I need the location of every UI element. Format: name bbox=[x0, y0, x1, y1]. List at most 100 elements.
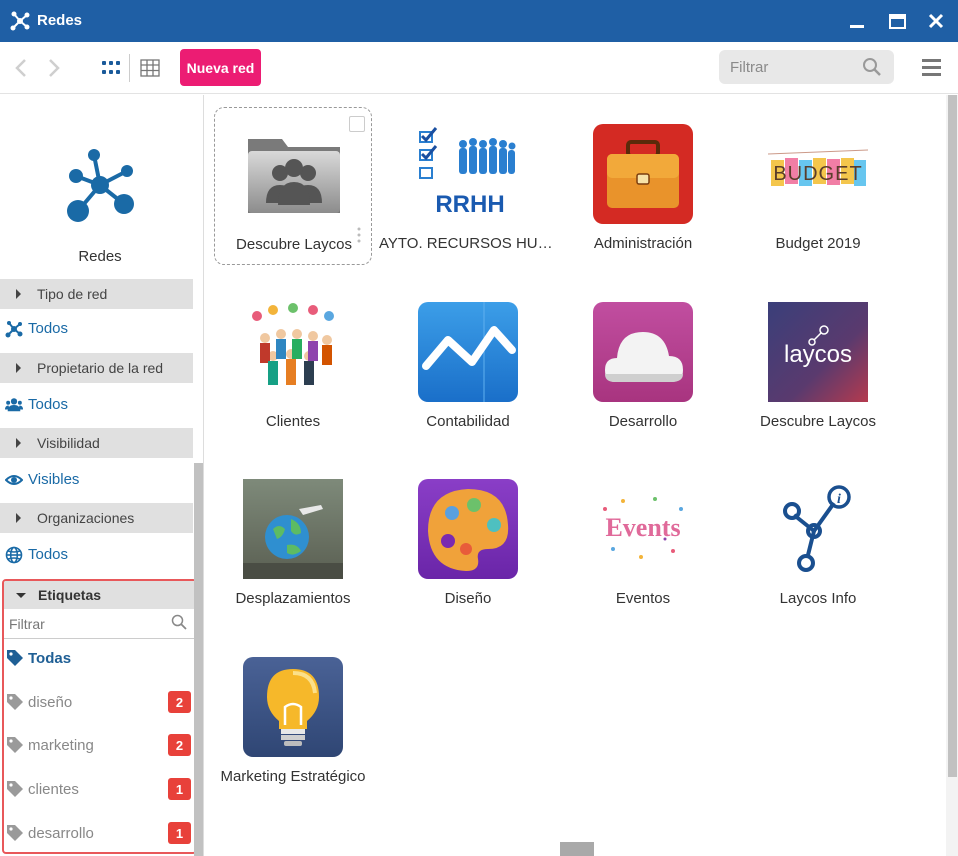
tags-filter bbox=[4, 609, 195, 639]
section-header-label: Visibilidad bbox=[37, 435, 100, 451]
budget-icon: BUDGET bbox=[768, 124, 868, 224]
maximize-icon bbox=[888, 13, 906, 29]
network-tile[interactable]: Administración bbox=[564, 107, 722, 265]
hamburger-menu-icon[interactable] bbox=[920, 57, 944, 79]
section-organizations[interactable]: Organizaciones bbox=[0, 503, 193, 533]
minimize-button[interactable] bbox=[845, 9, 869, 33]
tag-label: clientes bbox=[28, 781, 79, 798]
tags-panel: Etiquetas Todas diseño 2 marketing 2 cli… bbox=[2, 579, 197, 854]
svg-text:i: i bbox=[837, 492, 841, 507]
tag-icon bbox=[7, 825, 23, 841]
lightbulb-icon bbox=[243, 657, 343, 757]
network-tile[interactable]: Desplazamientos bbox=[214, 462, 372, 620]
tag-label: desarrollo bbox=[28, 825, 94, 842]
tags-header-label: Etiquetas bbox=[38, 587, 102, 603]
close-button[interactable] bbox=[924, 9, 948, 33]
network-tile[interactable]: Diseño bbox=[389, 462, 547, 620]
main-scrollbar[interactable] bbox=[946, 95, 958, 856]
back-arrow-icon[interactable] bbox=[11, 56, 31, 80]
users-icon bbox=[5, 398, 23, 412]
toolbar: Nueva red bbox=[0, 42, 958, 94]
select-checkbox[interactable] bbox=[349, 116, 365, 132]
network-app-icon bbox=[67, 149, 134, 222]
network-name: Diseño bbox=[444, 590, 492, 607]
svg-text:laycos: laycos bbox=[784, 341, 852, 368]
caret-right-icon bbox=[16, 438, 21, 448]
tag-icon bbox=[7, 781, 23, 797]
network-tile[interactable]: Events Eventos bbox=[564, 462, 722, 620]
network-tile[interactable]: laycos Descubre Laycos bbox=[739, 285, 897, 443]
tag-count-badge: 2 bbox=[168, 691, 191, 713]
briefcase-icon bbox=[593, 124, 693, 224]
caret-right-icon bbox=[16, 363, 21, 373]
caret-right-icon bbox=[16, 289, 21, 299]
toolbar-divider bbox=[129, 54, 130, 82]
network-owner-value[interactable]: Todos bbox=[0, 387, 193, 422]
section-network-type[interactable]: Tipo de red bbox=[0, 279, 193, 309]
network-tile[interactable]: Desarrollo bbox=[564, 285, 722, 443]
network-name: Budget 2019 bbox=[775, 235, 861, 252]
app-name: Redes bbox=[78, 248, 122, 265]
network-tile[interactable]: i Laycos Info bbox=[739, 462, 897, 620]
scrollbar-thumb[interactable] bbox=[948, 95, 957, 777]
network-name: Desplazamientos bbox=[235, 590, 351, 607]
filter-box bbox=[719, 50, 894, 84]
caret-right-icon bbox=[16, 513, 21, 523]
sidebar: Redes Tipo de red Todos Propietario de l… bbox=[0, 95, 204, 856]
globe-travel-icon bbox=[243, 479, 343, 579]
network-name: Descubre Laycos bbox=[236, 236, 352, 253]
tag-count-badge: 1 bbox=[168, 822, 191, 844]
tag-label: marketing bbox=[28, 737, 94, 754]
section-value-label: Todos bbox=[28, 396, 69, 413]
section-value-label: Todos bbox=[28, 320, 69, 337]
sidebar-scrollbar[interactable] bbox=[194, 463, 203, 856]
grid-icon bbox=[102, 61, 120, 74]
minimize-icon bbox=[850, 25, 864, 28]
filter-input[interactable] bbox=[719, 50, 859, 84]
network-tile[interactable]: Marketing Estratégico bbox=[214, 640, 372, 798]
network-name: Clientes bbox=[265, 413, 321, 430]
tag-item[interactable]: marketing 2 bbox=[4, 727, 195, 763]
network-name: Laycos Info bbox=[779, 590, 857, 607]
tag-item[interactable]: diseño 2 bbox=[4, 684, 195, 720]
networks-grid: Descubre Laycos RRHH AYTO. RECURSOS HUM A… bbox=[205, 95, 946, 856]
section-header-label: Propietario de la red bbox=[37, 360, 164, 376]
network-type-value[interactable]: Todos bbox=[0, 311, 193, 346]
maximize-button[interactable] bbox=[885, 9, 909, 33]
organizations-value[interactable]: Todos bbox=[0, 537, 193, 572]
table-view-button[interactable] bbox=[137, 55, 163, 81]
section-visibility[interactable]: Visibilidad bbox=[0, 428, 193, 458]
tags-header[interactable]: Etiquetas bbox=[4, 581, 195, 609]
network-tile[interactable]: RRHH AYTO. RECURSOS HUMANOS bbox=[379, 107, 557, 265]
search-icon[interactable] bbox=[862, 57, 882, 77]
search-icon[interactable] bbox=[171, 614, 187, 630]
section-network-owner[interactable]: Propietario de la red bbox=[0, 353, 193, 383]
palette-icon bbox=[418, 479, 518, 579]
section-value-label: Visibles bbox=[28, 471, 80, 488]
table-icon bbox=[140, 59, 160, 77]
network-tile[interactable]: Contabilidad bbox=[389, 285, 547, 443]
title-bar: Redes bbox=[0, 0, 958, 42]
visibility-value[interactable]: Visibles bbox=[0, 462, 193, 497]
network-name: Marketing Estratégico bbox=[220, 768, 366, 785]
svg-text:Events: Events bbox=[605, 513, 680, 542]
network-name: Desarrollo bbox=[608, 413, 678, 430]
svg-text:RRHH: RRHH bbox=[435, 191, 504, 218]
tags-filter-input[interactable] bbox=[4, 609, 164, 638]
tag-item[interactable]: desarrollo 1 bbox=[4, 815, 195, 851]
tag-all[interactable]: Todas bbox=[4, 640, 195, 676]
network-tile[interactable]: Clientes bbox=[214, 285, 372, 443]
events-icon: Events bbox=[593, 479, 693, 579]
tag-label: diseño bbox=[28, 694, 73, 711]
forward-arrow-icon[interactable] bbox=[44, 56, 64, 80]
window-title: Redes bbox=[37, 12, 83, 29]
new-network-button[interactable]: Nueva red bbox=[180, 49, 261, 86]
rrhh-icon: RRHH bbox=[418, 124, 518, 224]
network-tile[interactable]: Descubre Laycos bbox=[214, 107, 372, 265]
network-name: Eventos bbox=[615, 590, 671, 607]
network-tile[interactable]: BUDGET Budget 2019 bbox=[739, 107, 897, 265]
grid-view-button[interactable] bbox=[98, 55, 124, 81]
people-crowd-icon bbox=[243, 302, 343, 402]
bottom-scroll-handle[interactable] bbox=[560, 842, 594, 856]
tag-item[interactable]: clientes 1 bbox=[4, 771, 195, 807]
